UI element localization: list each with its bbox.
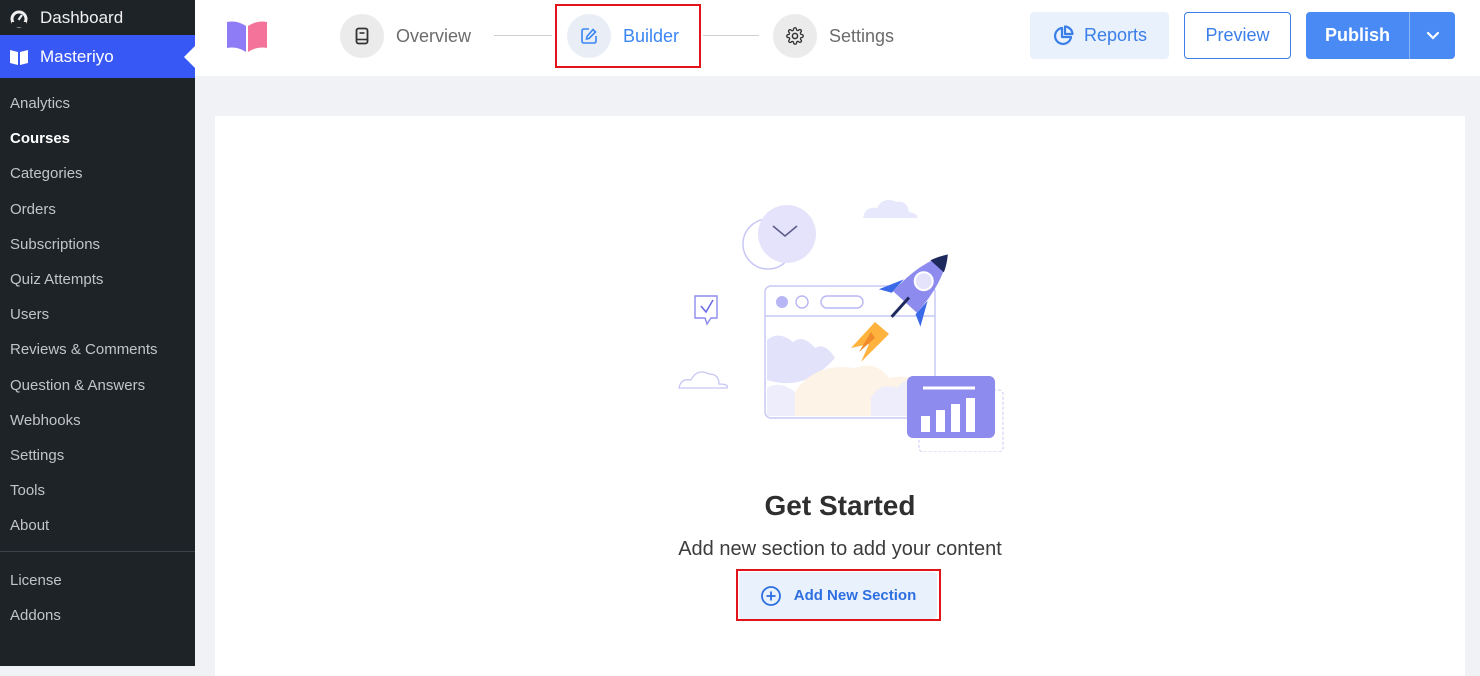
active-indicator	[184, 45, 195, 68]
sidebar-item-dashboard[interactable]: Dashboard	[0, 0, 195, 35]
step-settings[interactable]: Settings	[773, 14, 894, 58]
builder-highlight-box	[555, 4, 701, 68]
get-started-title: Get Started	[764, 490, 916, 521]
sidebar-item-orders[interactable]: Orders	[0, 192, 195, 227]
sidebar-item-label: Dashboard	[40, 7, 124, 27]
builder-empty-state: Get Started Add new section to add your …	[215, 116, 1465, 676]
dashboard-icon	[8, 7, 30, 29]
rocket-illustration	[675, 192, 1015, 453]
sidebar-item-analytics[interactable]: Analytics	[0, 86, 195, 121]
preview-button[interactable]: Preview	[1184, 12, 1291, 59]
sidebar-item-addons[interactable]: Addons	[0, 598, 195, 633]
masteriyo-logo[interactable]	[225, 18, 269, 54]
publish-button[interactable]: Publish	[1306, 12, 1409, 59]
sidebar-item-about[interactable]: About	[0, 508, 195, 543]
preview-label: Preview	[1205, 25, 1270, 45]
publish-label: Publish	[1324, 25, 1390, 45]
gear-icon	[773, 14, 817, 58]
sidebar-divider	[0, 551, 195, 553]
sidebar-item-masteriyo[interactable]: Masteriyo	[0, 35, 195, 78]
sidebar-item-label: Masteriyo	[40, 46, 114, 66]
admin-sidebar: Dashboard Masteriyo Analytics Courses Ca…	[0, 0, 195, 666]
sidebar-item-users[interactable]: Users	[0, 297, 195, 332]
sidebar-item-tools[interactable]: Tools	[0, 473, 195, 508]
sidebar-submenu: Analytics Courses Categories Orders Subs…	[0, 78, 195, 633]
reports-label: Reports	[1083, 25, 1148, 45]
sidebar-item-courses[interactable]: Courses	[0, 121, 195, 156]
step-label: Overview	[396, 25, 472, 46]
publish-dropdown-button[interactable]	[1409, 12, 1455, 59]
book-icon	[340, 14, 384, 58]
sidebar-item-webhooks[interactable]: Webhooks	[0, 403, 195, 438]
chevron-down-icon	[1426, 25, 1440, 46]
sidebar-item-subscriptions[interactable]: Subscriptions	[0, 227, 195, 262]
add-section-highlight-box	[736, 569, 941, 621]
step-label: Settings	[829, 25, 895, 46]
builder-header: Overview Builder Settings Reports Previe…	[195, 0, 1480, 76]
reports-button[interactable]: Reports	[1030, 12, 1169, 59]
sidebar-item-categories[interactable]: Categories	[0, 156, 195, 191]
sidebar-item-quiz-attempts[interactable]: Quiz Attempts	[0, 262, 195, 297]
sidebar-item-reviews-comments[interactable]: Reviews & Comments	[0, 332, 195, 367]
sidebar-item-question-answers[interactable]: Question & Answers	[0, 368, 195, 403]
masteriyo-book-icon	[8, 46, 30, 68]
step-overview[interactable]: Overview	[340, 14, 471, 58]
sidebar-item-settings[interactable]: Settings	[0, 438, 195, 473]
get-started-subtitle: Add new section to add your content	[678, 538, 1002, 560]
step-connector	[494, 35, 552, 36]
step-connector	[703, 35, 759, 36]
sidebar-item-license[interactable]: License	[0, 562, 195, 597]
pie-chart-icon	[1052, 24, 1074, 47]
publish-button-group: Publish	[1306, 12, 1455, 59]
